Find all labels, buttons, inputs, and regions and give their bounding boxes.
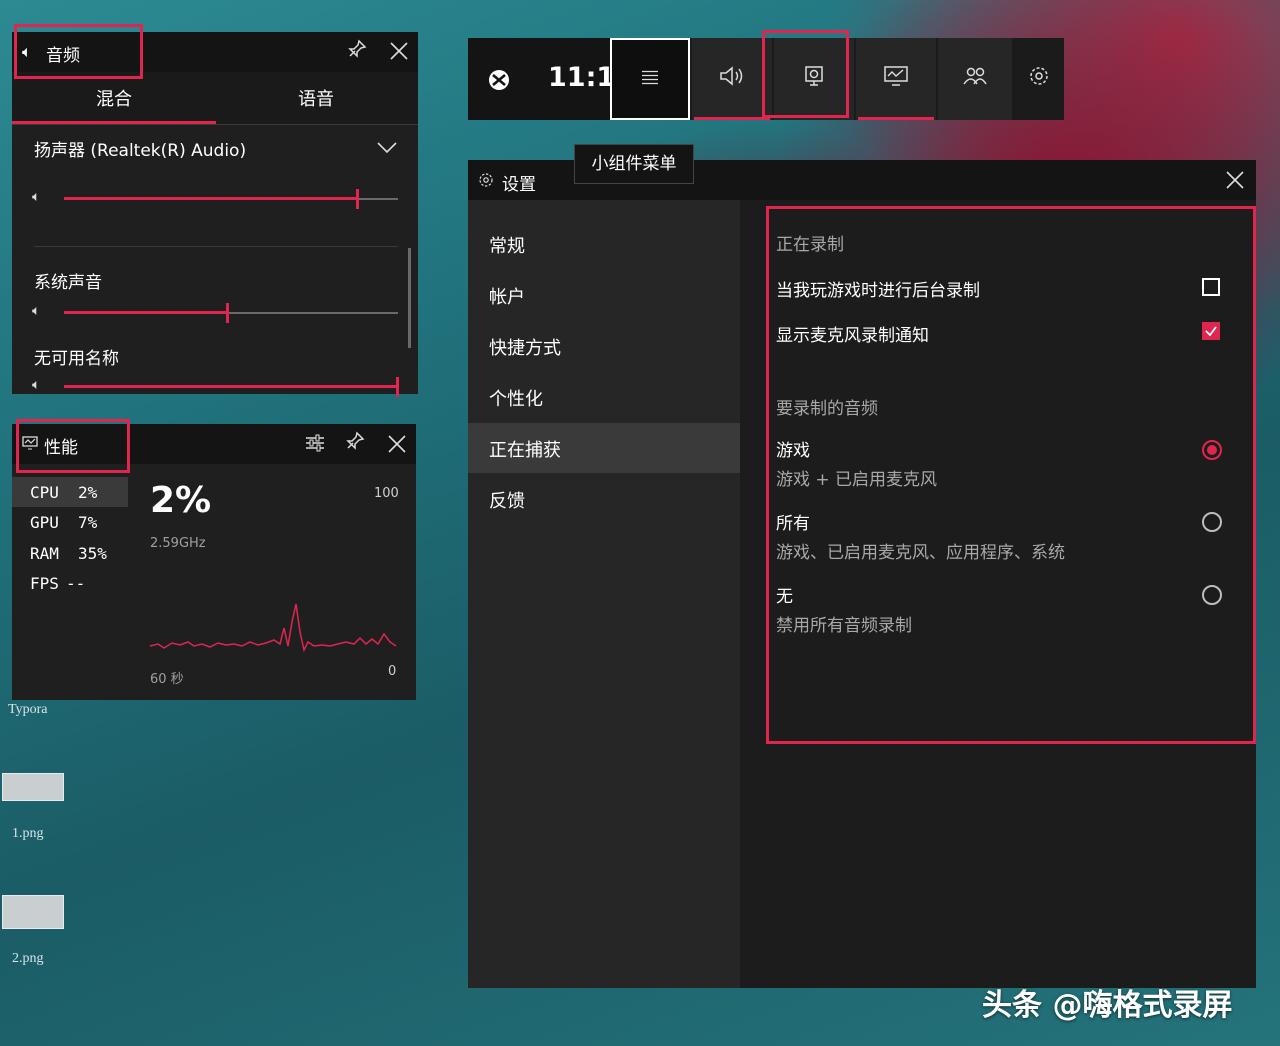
cpu-graph	[149, 603, 397, 653]
audio-widget-header: 🔈︎ 音频	[12, 32, 418, 72]
tab-mix[interactable]: 混合	[14, 85, 214, 111]
active-indicator	[858, 117, 934, 120]
audio-option-desc: 游戏、已启用麦克风、应用程序、系统	[776, 543, 1065, 563]
performance-widget-header: 性能	[12, 424, 416, 464]
monitor-chart-icon	[883, 65, 909, 93]
app-volume-thumb[interactable]	[226, 303, 229, 323]
nav-feedback[interactable]: 反馈	[468, 474, 740, 524]
app-name: 无可用名称	[34, 349, 119, 369]
close-icon[interactable]	[1224, 169, 1246, 195]
social-widget-button[interactable]	[938, 38, 1012, 120]
settings-title: 设置	[502, 175, 536, 195]
app-volume-row: 🔈︎	[32, 302, 398, 324]
active-indicator	[694, 117, 770, 120]
active-tab-indicator	[12, 121, 216, 124]
settings-nav: 常规 帐户 快捷方式 个性化 正在捕获 反馈	[468, 200, 740, 988]
gear-icon	[478, 172, 494, 192]
watermark: 头条 @嗨格式录屏	[982, 988, 1233, 1023]
people-icon	[962, 65, 988, 93]
webcam-icon	[803, 65, 825, 93]
app-name: 系统声音	[34, 273, 102, 293]
audio-option-desc: 禁用所有音频录制	[776, 616, 912, 636]
tab-voice[interactable]: 语音	[216, 85, 416, 111]
game-bar-home: 11:17	[468, 38, 634, 120]
background-record-checkbox[interactable]	[1202, 278, 1220, 296]
performance-widget-button[interactable]	[856, 38, 936, 120]
game-bar: 11:17	[468, 38, 1064, 120]
options-icon[interactable]	[304, 433, 326, 457]
metric-ram[interactable]: RAM 35%	[12, 538, 128, 568]
monitor-chart-icon	[22, 435, 38, 454]
audio-option-label: 所有	[776, 514, 810, 534]
audio-option-radio-all[interactable]	[1202, 512, 1222, 532]
nav-personalize[interactable]: 个性化	[468, 372, 740, 422]
device-volume-fill	[64, 197, 358, 200]
clock-speed: 2.59GHz	[150, 536, 206, 551]
widget-menu-tooltip: 小组件菜单	[574, 144, 694, 184]
close-icon[interactable]	[388, 40, 410, 66]
settings-button[interactable]	[1014, 38, 1064, 120]
xbox-logo-icon[interactable]	[488, 69, 510, 95]
desktop-icon-label[interactable]: Typora	[8, 702, 47, 718]
audio-widget: 🔈︎ 音频 混合 语音 扬声器 (Realtek(R) Audio) 🔈︎ 系统…	[12, 32, 418, 397]
audio-option-label: 无	[776, 587, 793, 607]
speaker-icon: 🔈︎	[22, 42, 32, 61]
speaker-icon	[718, 65, 746, 93]
nav-account[interactable]: 帐户	[468, 270, 740, 320]
app-volume-thumb[interactable]	[396, 377, 399, 397]
audio-widget-button[interactable]	[692, 38, 772, 120]
nav-shortcuts[interactable]: 快捷方式	[468, 321, 740, 371]
device-volume-thumb[interactable]	[356, 189, 359, 209]
metric-gpu[interactable]: GPU 7%	[12, 507, 128, 537]
speaker-icon[interactable]: 🔈︎	[32, 303, 40, 319]
close-icon[interactable]	[386, 433, 408, 459]
pin-icon[interactable]	[346, 38, 368, 64]
file-thumbnail[interactable]	[2, 773, 64, 801]
big-value: 2%	[150, 480, 212, 521]
chevron-down-icon[interactable]	[376, 140, 398, 159]
device-volume-row: 🔈︎	[32, 188, 398, 210]
audio-tabs: 混合 语音	[12, 72, 418, 125]
nav-general[interactable]: 常规	[468, 219, 740, 269]
axis-min: 0	[388, 664, 397, 679]
gear-icon	[1028, 65, 1050, 93]
metric-fps[interactable]: FPS --	[12, 568, 128, 598]
widget-title: 音频	[46, 46, 80, 66]
mic-notify-label: 显示麦克风录制通知	[776, 326, 929, 346]
speaker-icon[interactable]: 🔈︎	[32, 377, 40, 393]
scrollbar[interactable]	[408, 248, 411, 348]
pin-icon[interactable]	[344, 430, 366, 456]
widget-menu-button[interactable]	[610, 38, 690, 120]
list-icon	[640, 67, 660, 92]
device-name: 扬声器 (Realtek(R) Audio)	[34, 141, 247, 161]
background-record-label: 当我玩游戏时进行后台录制	[776, 281, 980, 301]
section-heading: 要录制的音频	[776, 399, 878, 419]
metric-cpu[interactable]: CPU 2%	[12, 477, 128, 507]
app-volume-fill	[64, 385, 398, 388]
desktop-icon-label[interactable]: 2.png	[12, 951, 44, 967]
audio-option-radio-game[interactable]	[1202, 440, 1222, 460]
audio-option-label: 游戏	[776, 441, 810, 461]
performance-widget: 性能 CPU 2% GPU 7% RAM 35% FPS -- 2% 2.59GHz 1…	[12, 424, 416, 700]
divider	[34, 246, 398, 247]
check-icon	[1205, 326, 1217, 337]
time-label: 60 秒	[150, 672, 184, 687]
file-thumbnail[interactable]	[2, 895, 64, 929]
settings-content: 正在录制 当我玩游戏时进行后台录制 显示麦克风录制通知 要录制的音频 游戏 游戏…	[740, 200, 1256, 988]
section-heading: 正在录制	[776, 235, 844, 255]
speaker-icon[interactable]: 🔈︎	[32, 189, 40, 205]
audio-option-desc: 游戏 + 已启用麦克风	[776, 470, 938, 490]
audio-option-radio-none[interactable]	[1202, 585, 1222, 605]
app-volume-row: 🔈︎	[32, 376, 399, 398]
mic-notify-checkbox[interactable]	[1202, 322, 1220, 340]
capture-widget-button[interactable]	[774, 38, 854, 120]
settings-window: 设置 常规 帐户 快捷方式 个性化 正在捕获 反馈 正在录制 当我玩游戏时进行后…	[468, 160, 1256, 988]
desktop-icon-label[interactable]: 1.png	[12, 826, 44, 842]
app-volume-fill	[64, 311, 228, 314]
nav-capturing[interactable]: 正在捕获	[468, 423, 740, 473]
widget-title: 性能	[44, 438, 78, 458]
axis-max: 100	[374, 486, 399, 501]
